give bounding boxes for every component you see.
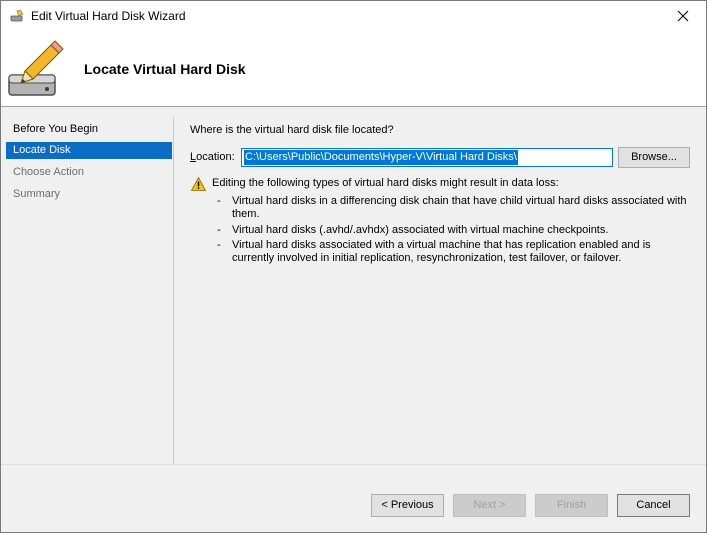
close-button[interactable] — [660, 1, 706, 31]
step-summary[interactable]: Summary — [6, 186, 172, 203]
warning-icon — [191, 177, 206, 191]
step-before-you-begin[interactable]: Before You Begin — [6, 121, 172, 138]
warning-message: Editing the following types of virtual h… — [212, 177, 559, 189]
location-label: Location: — [190, 151, 235, 163]
title-bar: Edit Virtual Hard Disk Wizard — [1, 1, 706, 31]
warning-item-text: Virtual hard disks (.avhd/.avhdx) associ… — [232, 224, 609, 236]
wizard-steps: Before You Begin Locate Disk Choose Acti… — [1, 108, 173, 464]
location-input[interactable]: C:\Users\Public\Documents\Hyper-V\Virtua… — [241, 148, 613, 167]
footer-divider — [1, 464, 706, 465]
page-title: Locate Virtual Hard Disk — [84, 61, 246, 77]
cancel-button[interactable]: Cancel — [617, 494, 690, 517]
location-value: C:\Users\Public\Documents\Hyper-V\Virtua… — [244, 150, 518, 165]
disk-pencil-icon — [10, 10, 24, 22]
disk-pencil-icon — [8, 40, 64, 96]
browse-button[interactable]: Browse... — [618, 147, 690, 168]
wizard-window: Edit Virtual Hard Disk Wizard Locate Vir… — [0, 0, 707, 533]
warning-item-text: Virtual hard disks associated with a vir… — [232, 239, 651, 264]
next-button[interactable]: Next > — [453, 494, 526, 517]
wizard-header: Locate Virtual Hard Disk — [1, 31, 706, 107]
window-title: Edit Virtual Hard Disk Wizard — [31, 9, 186, 23]
previous-button[interactable]: < Previous — [371, 494, 444, 517]
warning-item-text: Virtual hard disks in a differencing dis… — [232, 195, 687, 220]
location-question: Where is the virtual hard disk file loca… — [190, 124, 394, 136]
step-choose-action[interactable]: Choose Action — [6, 164, 172, 181]
sidebar-divider — [173, 117, 174, 464]
close-icon — [677, 10, 689, 22]
step-locate-disk[interactable]: Locate Disk — [6, 142, 172, 159]
finish-button[interactable]: Finish — [535, 494, 608, 517]
